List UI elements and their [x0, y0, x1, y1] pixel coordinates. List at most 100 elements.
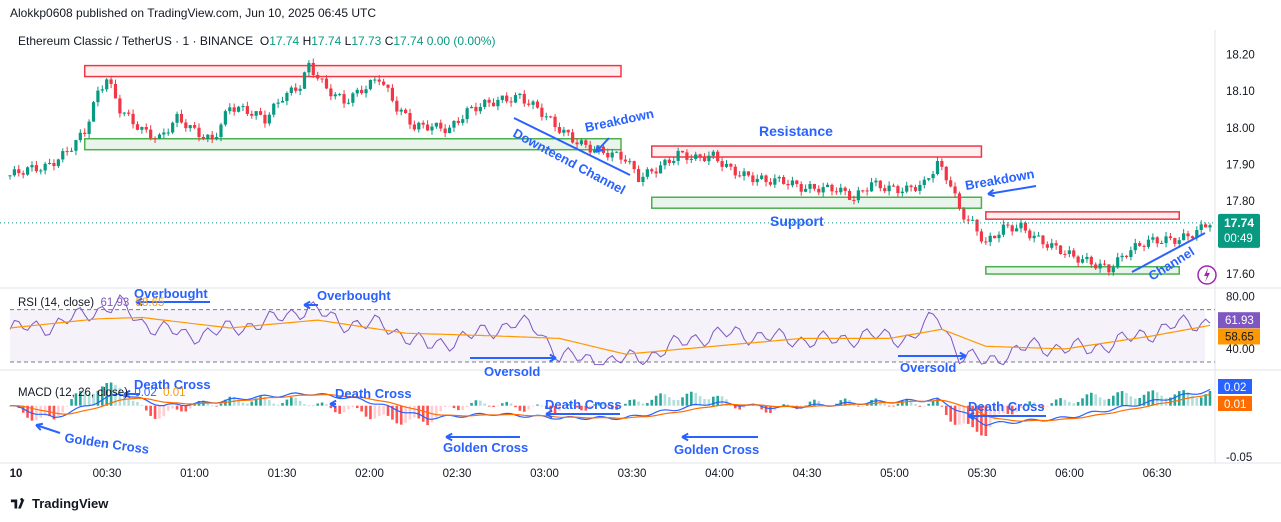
macd-legend-value: 0.02: [134, 387, 157, 399]
candle-body: [619, 151, 623, 160]
macd-histogram-bar: [624, 403, 627, 406]
candle-body: [623, 159, 627, 162]
macd-histogram-bar: [457, 405, 460, 411]
macd-histogram-bar: [641, 403, 645, 406]
candle-body: [425, 124, 430, 131]
chart-canvas[interactable]: 18.20 18.10 18.00 17.90 17.80 17.60 17.74 00:49…: [0, 0, 1281, 522]
macd-histogram-bar: [294, 397, 298, 406]
macd-histogram-bar: [1085, 394, 1089, 406]
macd-histogram-bar: [311, 405, 315, 407]
candle-body: [289, 87, 293, 93]
macd-histogram-bar: [887, 405, 891, 407]
candle-body: [825, 184, 830, 188]
macd-histogram-bar: [650, 399, 654, 406]
candle-body: [456, 120, 460, 123]
candle-body: [1098, 263, 1102, 269]
time-tick-label: 02:00: [355, 468, 384, 480]
macd-histogram-bar: [1098, 397, 1102, 406]
macd-histogram-bar: [681, 397, 684, 406]
candle-body: [351, 93, 355, 103]
candle-body: [658, 165, 663, 174]
macd-histogram-bar: [892, 405, 895, 407]
macd-histogram-bar: [461, 405, 465, 411]
candle-body: [716, 151, 720, 162]
candle-body: [1067, 250, 1071, 255]
candle-body: [430, 126, 434, 131]
candle-body: [1107, 264, 1111, 273]
candle-body: [869, 182, 874, 192]
candle-body: [553, 116, 557, 128]
macd-histogram-bar: [896, 403, 900, 406]
candle-body: [535, 101, 540, 108]
candle-body: [834, 191, 838, 193]
macd-histogram-bar: [250, 401, 254, 406]
macd-histogram-bar: [914, 403, 917, 406]
candle-body: [131, 113, 135, 125]
candle-body: [606, 152, 610, 158]
macd-histogram-bar: [1125, 392, 1128, 406]
macd-histogram-bar: [188, 405, 192, 409]
time-tick-label: 01:30: [268, 468, 297, 480]
candle-body: [157, 134, 162, 139]
macd-histogram-bar: [1072, 403, 1076, 406]
candle-body: [452, 120, 456, 128]
candle-body: [1063, 253, 1067, 255]
macd-histogram-bar: [65, 405, 69, 407]
macd-histogram-bar: [1173, 394, 1177, 406]
candle-body: [1151, 237, 1155, 240]
macd-histogram-bar: [158, 405, 161, 419]
macd-histogram-bar: [180, 405, 183, 412]
macd-histogram-bar: [210, 405, 214, 407]
candle-body: [1010, 225, 1014, 232]
candle-body: [856, 190, 860, 201]
candle-body: [782, 176, 786, 184]
macd-histogram-bar: [1164, 398, 1168, 406]
macd-histogram-bar: [1199, 397, 1203, 406]
candle-body: [232, 107, 236, 112]
macd-histogram-bar: [395, 405, 399, 424]
candle-body: [773, 178, 777, 185]
candle-body: [944, 166, 948, 181]
macd-histogram-bar: [219, 403, 223, 406]
macd-histogram-bar: [1160, 395, 1163, 406]
candle-body: [1182, 233, 1186, 241]
candle-body: [461, 119, 465, 123]
macd-histogram-bar: [1111, 395, 1115, 406]
candle-body: [17, 169, 21, 174]
macd-histogram-bar: [685, 393, 689, 406]
candle-body: [764, 175, 768, 183]
candle-body: [685, 152, 689, 160]
candle-body: [922, 179, 926, 185]
rsi-legend-ma: 58.65: [135, 297, 165, 309]
candle-body: [320, 78, 324, 80]
tradingview-footer: TradingView: [10, 496, 108, 511]
macd-histogram-bar: [127, 399, 130, 406]
candle-body: [755, 178, 759, 183]
candle-body: [149, 129, 153, 139]
macd-histogram-bar: [720, 396, 724, 406]
candle-body: [338, 94, 342, 96]
candle-body: [579, 140, 584, 145]
macd-value: 0.02: [1224, 382, 1246, 394]
candle-body: [30, 165, 34, 168]
candle-body: [1129, 250, 1133, 257]
candle-body: [399, 109, 403, 112]
price-tick-label: 17.90: [1226, 159, 1255, 171]
footer-brand: TradingView: [32, 496, 109, 511]
candle-body: [364, 89, 368, 94]
candle-body: [641, 176, 645, 182]
annotation-golden-cross-3: Golden Cross: [674, 442, 759, 457]
candle-body: [698, 154, 702, 157]
macd-histogram-bar: [1094, 394, 1098, 406]
candle-body: [584, 140, 588, 145]
macd-histogram-bar: [325, 404, 328, 406]
candle-body: [746, 171, 751, 176]
candle-body: [1116, 257, 1120, 268]
macd-histogram-bar: [303, 404, 306, 406]
macd-histogram-bar: [501, 403, 504, 406]
candle-body: [21, 173, 25, 175]
candle-body: [360, 89, 364, 94]
candle-body: [34, 165, 38, 172]
macd-histogram-bar: [958, 405, 961, 425]
candle-body: [386, 84, 390, 88]
